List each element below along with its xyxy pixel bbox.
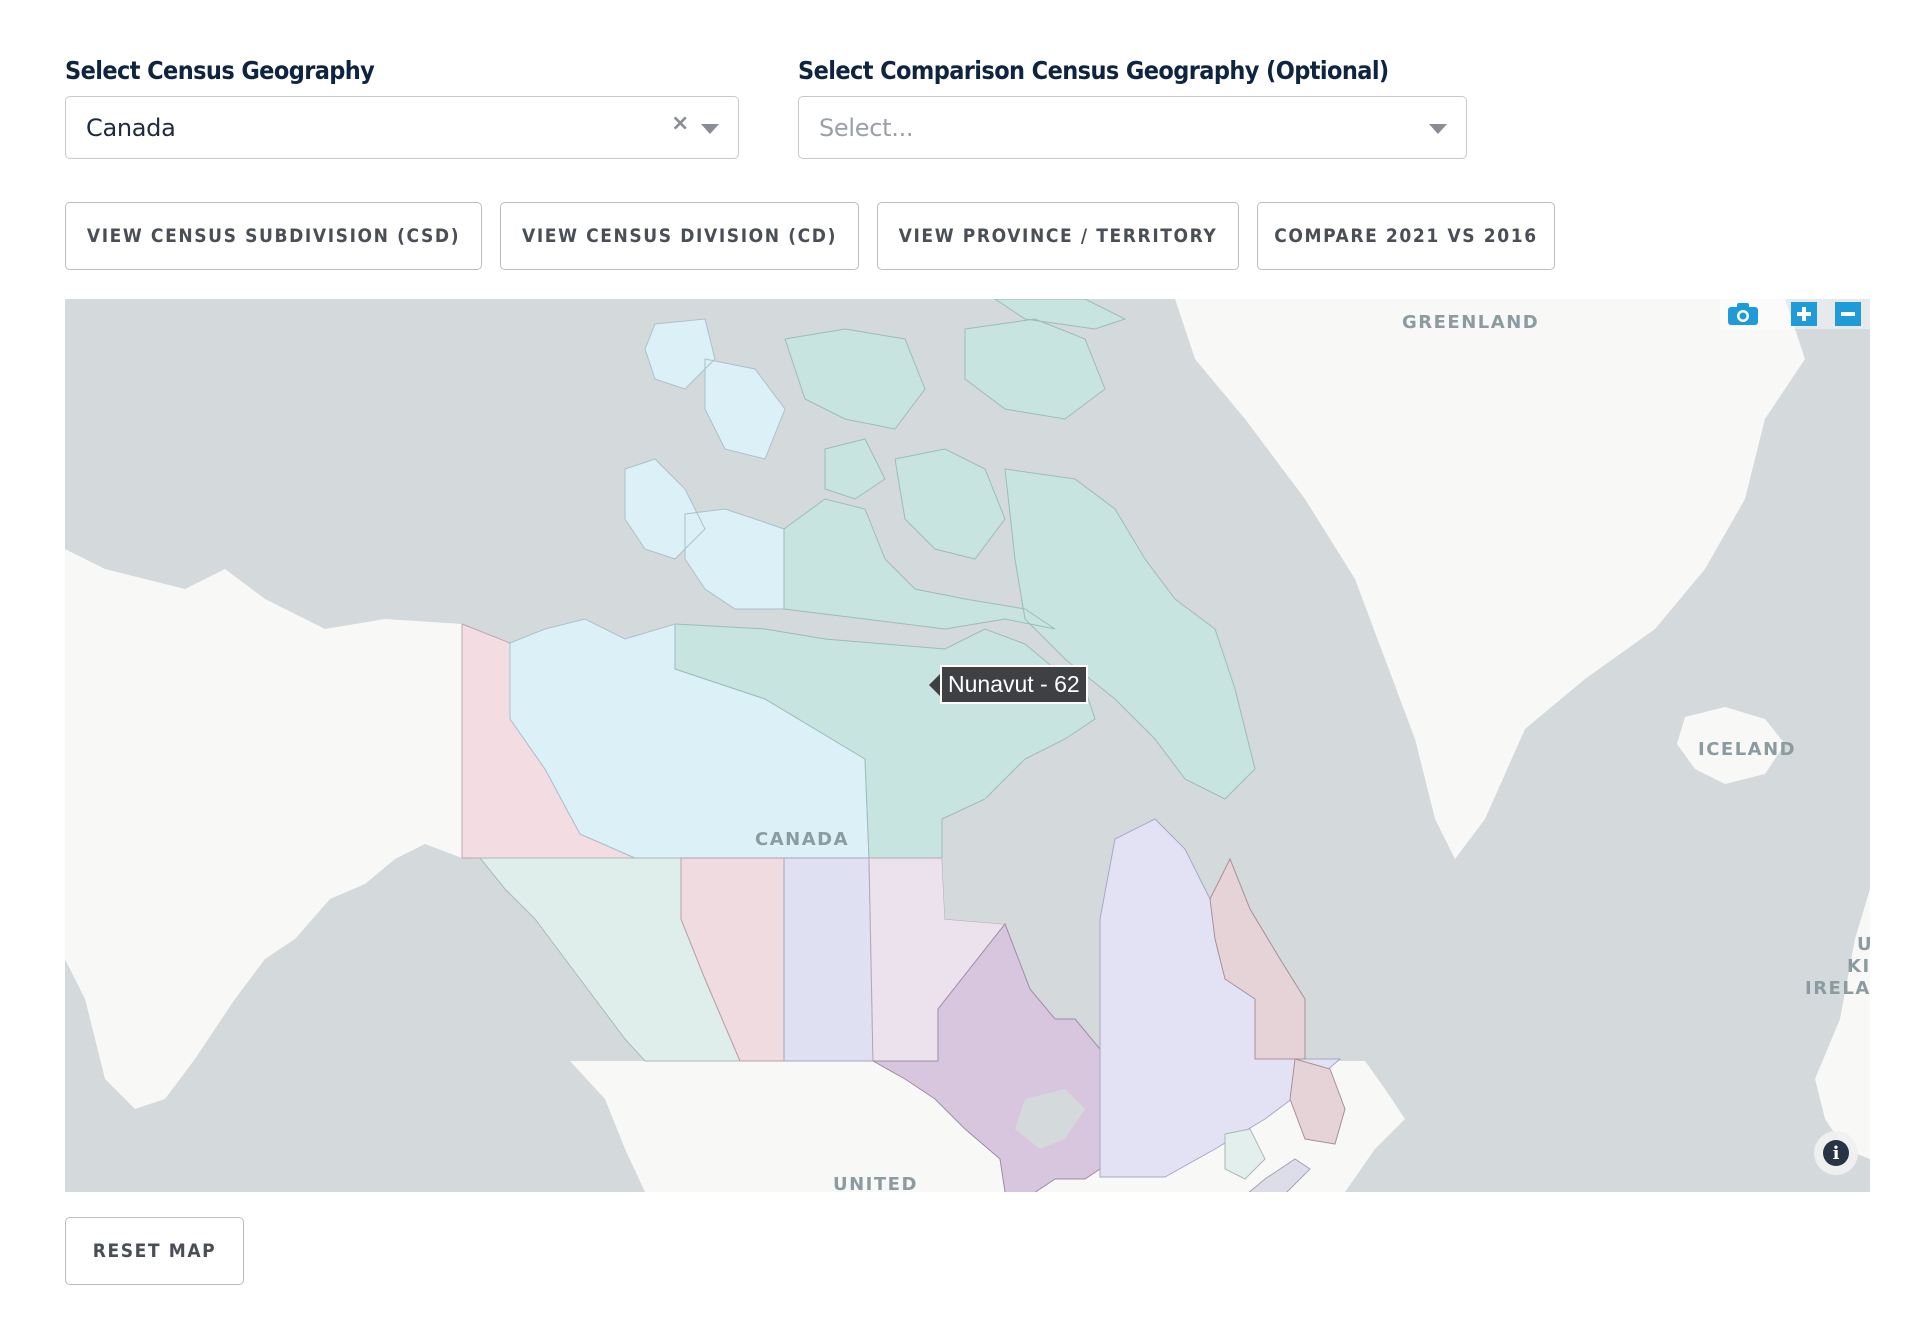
map-label-united-states: UNITED	[833, 1174, 918, 1192]
choropleth-map[interactable]: GREENLAND CANADA ICELAND UNITED UN KIN I…	[65, 299, 1870, 1192]
chevron-down-icon[interactable]	[701, 124, 719, 134]
map-label-canada: CANADA	[755, 829, 850, 850]
info-icon: i	[1823, 1140, 1849, 1166]
geography-select[interactable]: Canada ×	[65, 96, 739, 159]
map-label-uk-1: UN	[1857, 934, 1870, 955]
map-canvas[interactable]	[65, 299, 1870, 1192]
map-toolbar	[1720, 299, 1870, 329]
comparison-select-label: Select Comparison Census Geography (Opti…	[798, 56, 1389, 85]
reset-map-button[interactable]: RESET MAP	[65, 1217, 244, 1285]
hover-tooltip: Nunavut - 62	[929, 665, 1088, 704]
land-alaska	[65, 549, 462, 1109]
chevron-down-icon[interactable]	[1429, 124, 1447, 134]
compare-2021-vs-2016-button[interactable]: COMPARE 2021 VS 2016	[1257, 202, 1555, 270]
camera-icon[interactable]	[1727, 302, 1758, 326]
map-label-ireland: IRELAN	[1805, 978, 1870, 999]
minus-icon[interactable]	[1835, 302, 1861, 326]
region-saskatchewan[interactable]	[783, 857, 874, 1062]
land-uk-ireland	[1815, 889, 1870, 1159]
map-label-iceland: ICELAND	[1698, 739, 1797, 760]
map-label-uk-2: KIN	[1847, 956, 1870, 977]
plus-icon[interactable]	[1791, 302, 1817, 326]
comparison-select[interactable]: Select...	[798, 96, 1467, 159]
comparison-select-placeholder: Select...	[819, 114, 914, 142]
view-csd-button[interactable]: VIEW CENSUS SUBDIVISION (CSD)	[65, 202, 482, 270]
geography-select-value: Canada	[86, 114, 176, 142]
geography-select-label: Select Census Geography	[65, 56, 375, 85]
info-button[interactable]: i	[1814, 1131, 1858, 1175]
view-province-territory-button[interactable]: VIEW PROVINCE / TERRITORY	[877, 202, 1239, 270]
clear-icon[interactable]: ×	[671, 111, 689, 136]
map-label-greenland: GREENLAND	[1402, 312, 1540, 333]
view-cd-button[interactable]: VIEW CENSUS DIVISION (CD)	[500, 202, 859, 270]
